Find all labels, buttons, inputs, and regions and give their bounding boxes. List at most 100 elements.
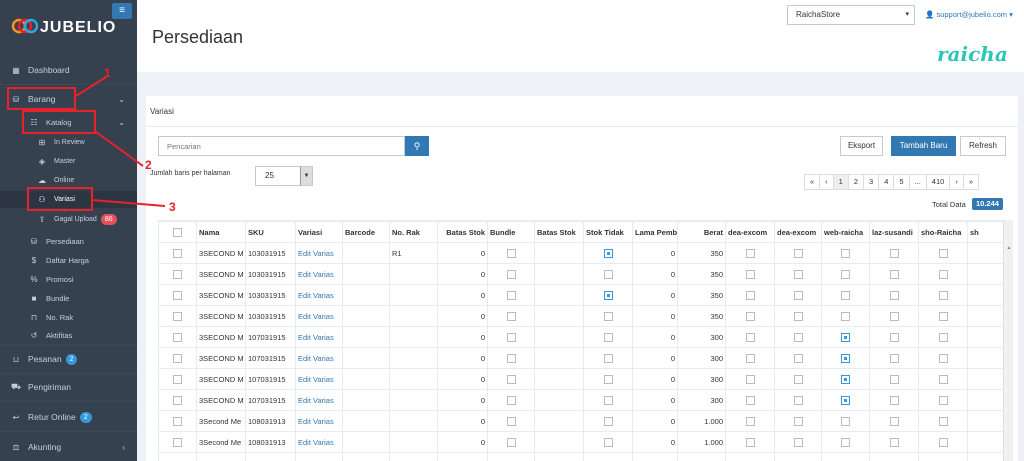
edit-variasi-link[interactable]: Edit Varias	[295, 389, 343, 411]
sidebar-item-persediaan[interactable]: ⛁ Persediaan	[0, 234, 137, 248]
channel-checkbox[interactable]	[725, 326, 775, 348]
channel-checkbox[interactable]	[918, 284, 968, 306]
channel-checkbox[interactable]	[725, 410, 775, 432]
channel-checkbox[interactable]	[869, 452, 919, 461]
channel-checkbox[interactable]	[918, 305, 968, 327]
channel-checkbox[interactable]	[918, 389, 968, 411]
row-checkbox[interactable]	[158, 347, 197, 369]
sidebar-item-akunting[interactable]: ⚖ Akunting ‹	[0, 439, 137, 455]
sidebar-item-pengiriman[interactable]: ⛟ Pengiriman	[0, 379, 137, 395]
stok-tidak-checkbox[interactable]	[583, 431, 633, 453]
channel-checkbox[interactable]	[774, 431, 822, 453]
table-row[interactable]: 3SECOND M 107031915 Edit Varias 0 0 300	[158, 347, 1003, 369]
channel-checkbox[interactable]	[869, 305, 919, 327]
column-header[interactable]: Berat	[677, 221, 726, 243]
edit-variasi-link[interactable]	[295, 452, 343, 461]
channel-checkbox[interactable]	[774, 410, 822, 432]
table-row[interactable]	[158, 452, 1003, 461]
bundle-checkbox[interactable]	[487, 410, 535, 432]
channel-checkbox[interactable]	[774, 284, 822, 306]
add-new-button[interactable]: Tambah Baru	[891, 136, 956, 156]
column-header[interactable]: Stok Tidak	[583, 221, 633, 243]
table-row[interactable]: 3SECOND M 107031915 Edit Varias 0 0 300	[158, 389, 1003, 411]
channel-checkbox[interactable]	[774, 347, 822, 369]
column-header[interactable]: SKU	[245, 221, 296, 243]
channel-checkbox[interactable]	[725, 242, 775, 264]
sidebar-item-gagal-upload[interactable]: ⇪ Gagal Upload 86	[0, 212, 137, 226]
channel-checkbox[interactable]	[774, 242, 822, 264]
channel-checkbox[interactable]	[821, 410, 870, 432]
stok-tidak-checkbox[interactable]	[583, 452, 633, 461]
channel-checkbox[interactable]	[821, 284, 870, 306]
column-header[interactable]: dea-excom	[725, 221, 775, 243]
sidebar-item-master[interactable]: ◈ Master	[0, 154, 137, 168]
edit-variasi-link[interactable]: Edit Varias	[295, 263, 343, 285]
channel-checkbox[interactable]	[821, 431, 870, 453]
channel-checkbox[interactable]	[918, 263, 968, 285]
channel-checkbox[interactable]	[918, 410, 968, 432]
column-header[interactable]: Batas Stok	[437, 221, 488, 243]
row-checkbox[interactable]	[158, 284, 197, 306]
sidebar-item-promosi[interactable]: % Promosi	[0, 272, 137, 286]
pager-last[interactable]: »	[962, 174, 979, 190]
stok-tidak-checkbox[interactable]	[583, 368, 633, 390]
table-row[interactable]: 3SECOND M 103031915 Edit Varias R1 0 0 350	[158, 242, 1003, 264]
channel-checkbox[interactable]	[725, 368, 775, 390]
pager-next[interactable]: ›	[949, 174, 964, 190]
channel-checkbox[interactable]	[869, 410, 919, 432]
pager-page[interactable]: 410	[925, 174, 951, 190]
channel-checkbox[interactable]	[821, 389, 870, 411]
channel-checkbox[interactable]	[821, 452, 870, 461]
channel-checkbox[interactable]	[774, 263, 822, 285]
search-button[interactable]: ⚲	[405, 136, 429, 156]
pager-page[interactable]: 4	[878, 174, 895, 190]
stok-tidak-checkbox[interactable]	[583, 242, 633, 264]
channel-checkbox[interactable]	[774, 326, 822, 348]
column-header[interactable]: dea-excom	[774, 221, 822, 243]
bundle-checkbox[interactable]	[487, 389, 535, 411]
table-row[interactable]: 3SECOND M 103031915 Edit Varias 0 0 350	[158, 263, 1003, 285]
scroll-up-icon[interactable]: ▲	[1004, 244, 1014, 252]
column-header[interactable]: Nama	[196, 221, 246, 243]
bundle-checkbox[interactable]	[487, 452, 535, 461]
search-input[interactable]	[158, 136, 405, 156]
row-checkbox[interactable]	[158, 305, 197, 327]
column-header[interactable]: Bundle	[487, 221, 535, 243]
pager-page[interactable]: 2	[847, 174, 865, 190]
channel-checkbox[interactable]	[725, 431, 775, 453]
channel-checkbox[interactable]	[918, 452, 968, 461]
channel-checkbox[interactable]	[821, 263, 870, 285]
channel-checkbox[interactable]	[869, 347, 919, 369]
column-header[interactable]: Lama Pemb	[632, 221, 678, 243]
pager-page[interactable]: 3	[863, 174, 880, 190]
pager-prev[interactable]: ‹	[819, 174, 834, 190]
table-row[interactable]: 3SECOND M 103031915 Edit Varias 0 0 350	[158, 284, 1003, 306]
sidebar-item-aktifitas[interactable]: ↺ Aktifitas	[0, 328, 137, 342]
channel-checkbox[interactable]	[821, 347, 870, 369]
row-checkbox[interactable]	[158, 410, 197, 432]
channel-checkbox[interactable]	[918, 431, 968, 453]
sidebar-item-retur-online[interactable]: ↩ Retur Online 2	[0, 409, 137, 425]
pager-page[interactable]: 5	[893, 174, 910, 190]
channel-checkbox[interactable]	[821, 242, 870, 264]
bundle-checkbox[interactable]	[487, 305, 535, 327]
channel-checkbox[interactable]	[821, 305, 870, 327]
rows-per-page-select[interactable]: 25 ▼	[255, 166, 313, 186]
select-all-checkbox[interactable]	[158, 221, 197, 243]
stok-tidak-checkbox[interactable]	[583, 284, 633, 306]
sidebar-item-daftar-harga[interactable]: $ Daftar Harga	[0, 253, 137, 267]
channel-checkbox[interactable]	[725, 452, 775, 461]
bundle-checkbox[interactable]	[487, 284, 535, 306]
sidebar-item-bundle[interactable]: ■ Bundle	[0, 291, 137, 305]
channel-checkbox[interactable]	[869, 431, 919, 453]
stok-tidak-checkbox[interactable]	[583, 389, 633, 411]
column-header[interactable]: Variasi	[295, 221, 343, 243]
bundle-checkbox[interactable]	[487, 368, 535, 390]
sidebar-item-no-rak[interactable]: ⊓ No. Rak	[0, 310, 137, 324]
channel-checkbox[interactable]	[725, 263, 775, 285]
store-select[interactable]: RaichaStore ▾	[787, 5, 915, 25]
pager-page[interactable]: 1	[832, 174, 849, 190]
export-button[interactable]: Eksport	[840, 136, 883, 156]
bundle-checkbox[interactable]	[487, 242, 535, 264]
row-checkbox[interactable]	[158, 326, 197, 348]
